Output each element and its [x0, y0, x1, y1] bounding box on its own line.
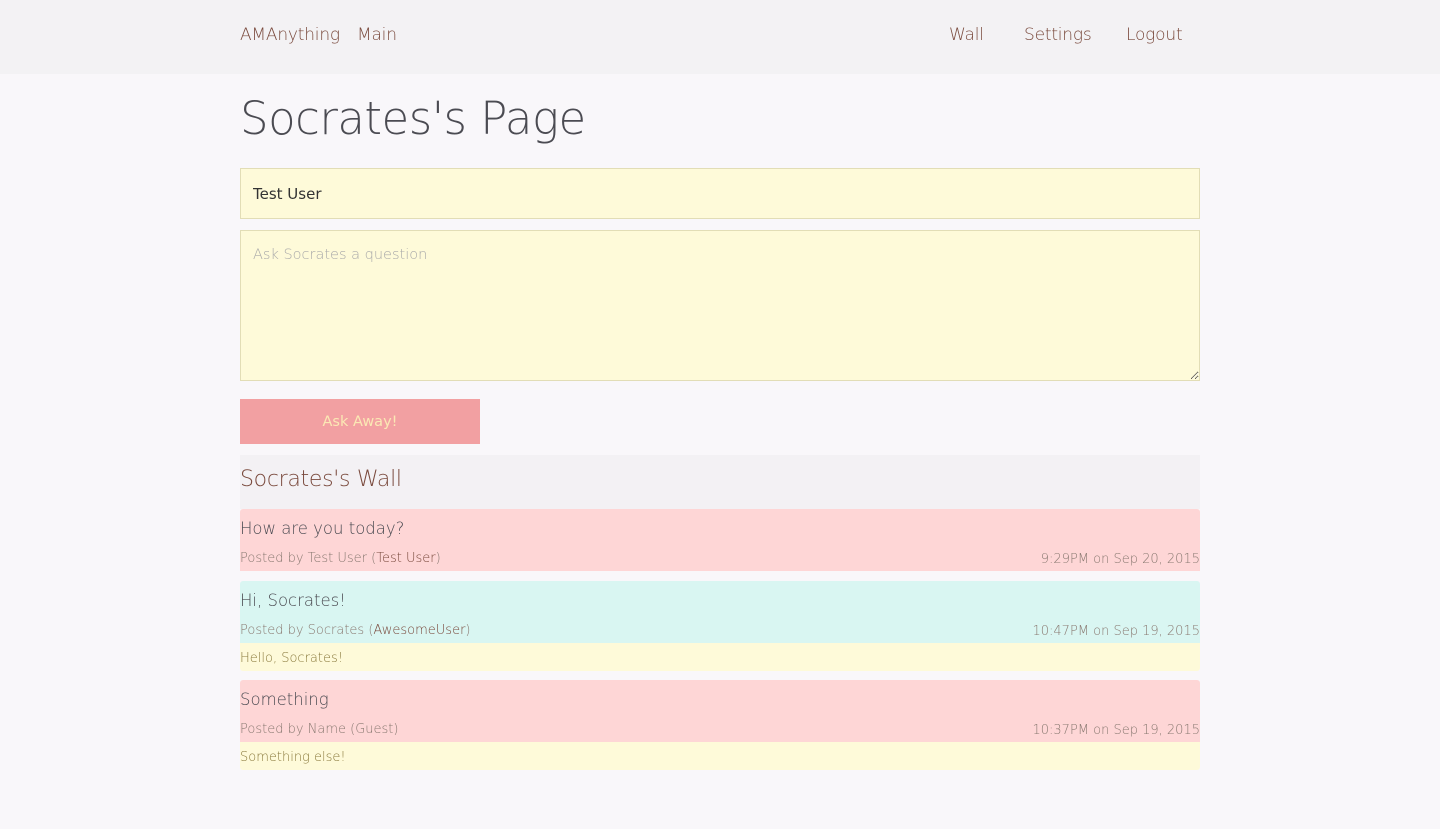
post-username-link[interactable]: Test User: [376, 551, 435, 566]
nav-settings-link[interactable]: Settings: [1024, 25, 1092, 45]
top-navbar: AMAnything Main Wall Settings Logout: [0, 0, 1440, 74]
post-author-suffix: ): [465, 623, 471, 638]
post-question: How are you today?: [240, 519, 405, 538]
page-title: Socrates's Page: [240, 92, 586, 145]
post-author-prefix: Posted by Test User (: [240, 551, 377, 566]
nav-main-link[interactable]: Main: [357, 25, 397, 45]
post-author: Posted by Name (Guest): [240, 722, 399, 737]
wall-post: Hi, Socrates! Posted by Socrates (Awesom…: [240, 581, 1200, 643]
ask-away-button[interactable]: Ask Away!: [240, 399, 480, 444]
wall-post: Something Posted by Name (Guest) 10:37PM…: [240, 680, 1200, 742]
nav-brand-link[interactable]: AMAnything: [240, 25, 340, 45]
post-reply-text: Something else!: [240, 750, 346, 765]
post-author-suffix: ): [435, 551, 441, 566]
post-reply-text: Hello, Socrates!: [240, 651, 343, 666]
post-question: Hi, Socrates!: [240, 591, 346, 610]
name-input[interactable]: [240, 168, 1200, 219]
post-author: Posted by Socrates (AwesomeUser): [240, 623, 471, 638]
post-timestamp: 9:29PM on Sep 20, 2015: [1040, 552, 1200, 567]
nav-logout-link[interactable]: Logout: [1126, 25, 1183, 45]
wall-header: Socrates's Wall: [240, 455, 1200, 509]
post-username-link[interactable]: AwesomeUser: [373, 623, 465, 638]
nav-wall-link[interactable]: Wall: [949, 25, 984, 45]
post-timestamp: 10:37PM on Sep 19, 2015: [1032, 723, 1200, 738]
post-author: Posted by Test User (Test User): [240, 551, 441, 566]
wall-title: Socrates's Wall: [240, 467, 402, 492]
post-reply: Hello, Socrates!: [240, 643, 1200, 671]
wall-post: How are you today? Posted by Test User (…: [240, 509, 1200, 571]
post-timestamp: 10:47PM on Sep 19, 2015: [1032, 624, 1200, 639]
post-author-prefix: Posted by Socrates (: [240, 623, 374, 638]
question-textarea[interactable]: [240, 230, 1200, 381]
post-question: Something: [240, 690, 329, 709]
post-reply: Something else!: [240, 742, 1200, 770]
